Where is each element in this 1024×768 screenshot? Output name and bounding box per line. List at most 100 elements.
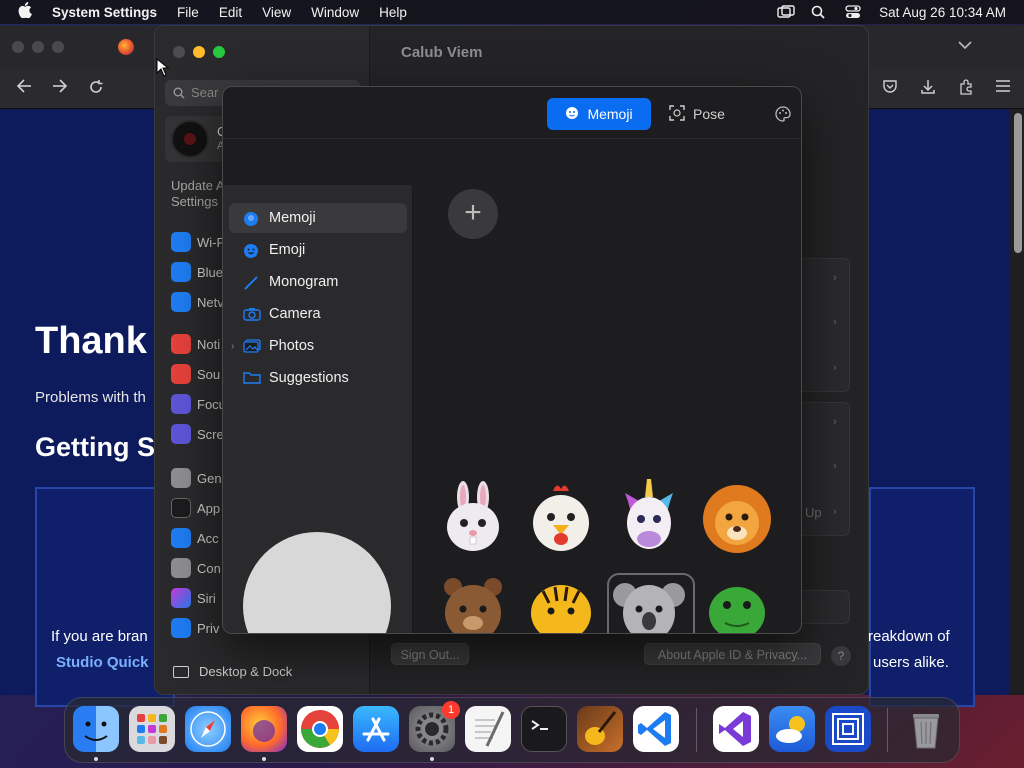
launchpad-icon[interactable] bbox=[129, 706, 175, 752]
memoji-chicken[interactable] bbox=[523, 479, 599, 555]
category-photos[interactable]: Photos bbox=[229, 331, 407, 361]
browser-close-button[interactable] bbox=[12, 41, 24, 53]
unicorn-icon bbox=[625, 479, 673, 549]
sidebar-item-appearance[interactable]: App bbox=[171, 498, 220, 518]
category-monogram[interactable]: Monogram bbox=[229, 267, 407, 297]
koala-icon bbox=[613, 583, 685, 633]
memoji-bunny[interactable] bbox=[435, 479, 511, 555]
sidebar-item-focus[interactable]: Focu bbox=[171, 394, 226, 414]
browser-zoom-button[interactable] bbox=[52, 41, 64, 53]
garageband-icon[interactable] bbox=[577, 706, 623, 752]
memoji-unicorn[interactable] bbox=[611, 479, 687, 555]
settings-running-indicator bbox=[430, 757, 434, 761]
page-scrollbar[interactable] bbox=[1014, 113, 1022, 253]
tab-list-chevron-icon[interactable] bbox=[958, 37, 972, 53]
firefox-tab-icon[interactable] bbox=[118, 39, 134, 55]
sidebar-item-accessibility[interactable]: Acc bbox=[171, 528, 219, 548]
memoji-koala[interactable] bbox=[611, 569, 687, 633]
settings-zoom-button[interactable] bbox=[213, 46, 225, 58]
category-emoji[interactable]: Emoji bbox=[229, 235, 407, 265]
help-button[interactable]: ? bbox=[831, 646, 851, 666]
focus-icon bbox=[171, 394, 191, 414]
info-card-right bbox=[869, 487, 975, 707]
sidebar-item-control-center[interactable]: Con bbox=[171, 558, 221, 578]
screen-mirroring-icon[interactable] bbox=[777, 5, 795, 19]
visual-studio-icon[interactable] bbox=[713, 706, 759, 752]
update-line-1: Update A bbox=[171, 178, 225, 193]
sidebar-item-notifications[interactable]: Noti bbox=[171, 334, 220, 354]
firefox-icon[interactable] bbox=[241, 706, 287, 752]
folder-icon bbox=[243, 371, 261, 385]
settings-minimize-button[interactable] bbox=[193, 46, 205, 58]
spotlight-search-icon[interactable] bbox=[811, 5, 827, 19]
memoji-face-icon bbox=[565, 106, 579, 123]
trash-icon[interactable] bbox=[903, 706, 949, 752]
sidebar-item-siri[interactable]: Siri bbox=[171, 588, 216, 608]
general-icon bbox=[171, 468, 191, 488]
update-notice[interactable]: Update A Settings bbox=[171, 178, 225, 210]
extensions-icon[interactable] bbox=[958, 79, 974, 99]
sidebar-item-sound[interactable]: Sou bbox=[171, 364, 220, 384]
settings-close-button[interactable] bbox=[173, 46, 185, 58]
browser-minimize-button[interactable] bbox=[32, 41, 44, 53]
tab-memoji[interactable]: Memoji bbox=[547, 98, 651, 130]
reload-icon[interactable] bbox=[88, 79, 104, 100]
menu-bar: System Settings File Edit View Window He… bbox=[0, 0, 1024, 24]
memoji-lion[interactable] bbox=[699, 479, 775, 555]
screen-sharing-icon[interactable] bbox=[825, 706, 871, 752]
control-center-icon[interactable] bbox=[845, 5, 861, 19]
sidebar-item-network[interactable]: Netv bbox=[171, 292, 224, 312]
apple-menu-icon[interactable] bbox=[18, 2, 36, 22]
downloads-icon[interactable] bbox=[920, 79, 936, 99]
menu-file[interactable]: File bbox=[177, 5, 199, 20]
sidebar-item-wifi[interactable]: Wi-F bbox=[171, 232, 224, 252]
chevron-right-icon[interactable]: › bbox=[833, 272, 837, 284]
chevron-right-icon[interactable]: › bbox=[833, 506, 837, 518]
hamburger-menu-icon[interactable] bbox=[996, 79, 1010, 99]
chevron-right-icon[interactable]: › bbox=[833, 416, 837, 428]
card-left-link[interactable]: Studio Quick bbox=[56, 654, 149, 671]
back-arrow-icon[interactable] bbox=[16, 79, 32, 98]
sidebar-item-privacy[interactable]: Priv bbox=[171, 618, 219, 638]
pocket-icon[interactable] bbox=[882, 79, 898, 99]
picker-toolbar: Memoji Pose bbox=[223, 87, 801, 139]
turtle-icon bbox=[709, 587, 765, 633]
add-memoji-button[interactable]: + bbox=[448, 189, 498, 239]
memoji-turtle[interactable] bbox=[699, 569, 775, 633]
sidebar-item-desktop-dock[interactable]: Desktop & Dock bbox=[173, 664, 292, 679]
chrome-icon[interactable] bbox=[297, 706, 343, 752]
weather-icon[interactable] bbox=[769, 706, 815, 752]
menu-app-name[interactable]: System Settings bbox=[52, 5, 157, 20]
menu-edit[interactable]: Edit bbox=[219, 5, 242, 20]
dock-separator-trash bbox=[887, 708, 888, 752]
chevron-right-icon[interactable]: › bbox=[833, 460, 837, 472]
chevron-right-icon[interactable]: › bbox=[833, 316, 837, 328]
sidebar-item-bluetooth[interactable]: Blue bbox=[171, 262, 223, 282]
safari-icon[interactable] bbox=[185, 706, 231, 752]
page-title: Thank bbox=[35, 320, 147, 362]
sidebar-item-screen-time[interactable]: Scre bbox=[171, 424, 224, 444]
tab-memoji-label: Memoji bbox=[587, 106, 633, 122]
category-camera[interactable]: Camera bbox=[229, 299, 407, 329]
about-apple-id-button[interactable]: About Apple ID & Privacy... bbox=[644, 643, 821, 665]
app-store-icon[interactable] bbox=[353, 706, 399, 752]
vscode-icon[interactable] bbox=[633, 706, 679, 752]
forward-arrow-icon[interactable] bbox=[52, 79, 68, 98]
accessibility-icon bbox=[171, 528, 191, 548]
palette-icon[interactable] bbox=[775, 106, 791, 125]
category-suggestions[interactable]: Suggestions bbox=[229, 363, 407, 393]
textedit-icon[interactable] bbox=[465, 706, 511, 752]
tab-pose[interactable]: Pose bbox=[669, 98, 741, 130]
chevron-right-icon[interactable]: › bbox=[833, 362, 837, 374]
category-memoji[interactable]: Memoji bbox=[229, 203, 407, 233]
sidebar-item-general[interactable]: Gen bbox=[171, 468, 222, 488]
menu-clock[interactable]: Sat Aug 26 10:34 AM bbox=[879, 5, 1006, 20]
finder-icon[interactable] bbox=[73, 706, 119, 752]
menu-view[interactable]: View bbox=[262, 5, 291, 20]
memoji-bear[interactable] bbox=[435, 569, 511, 633]
memoji-tiger[interactable] bbox=[523, 569, 599, 633]
menu-help[interactable]: Help bbox=[379, 5, 407, 20]
menu-window[interactable]: Window bbox=[311, 5, 359, 20]
terminal-icon[interactable] bbox=[521, 706, 567, 752]
sign-out-button[interactable]: Sign Out... bbox=[391, 643, 469, 665]
